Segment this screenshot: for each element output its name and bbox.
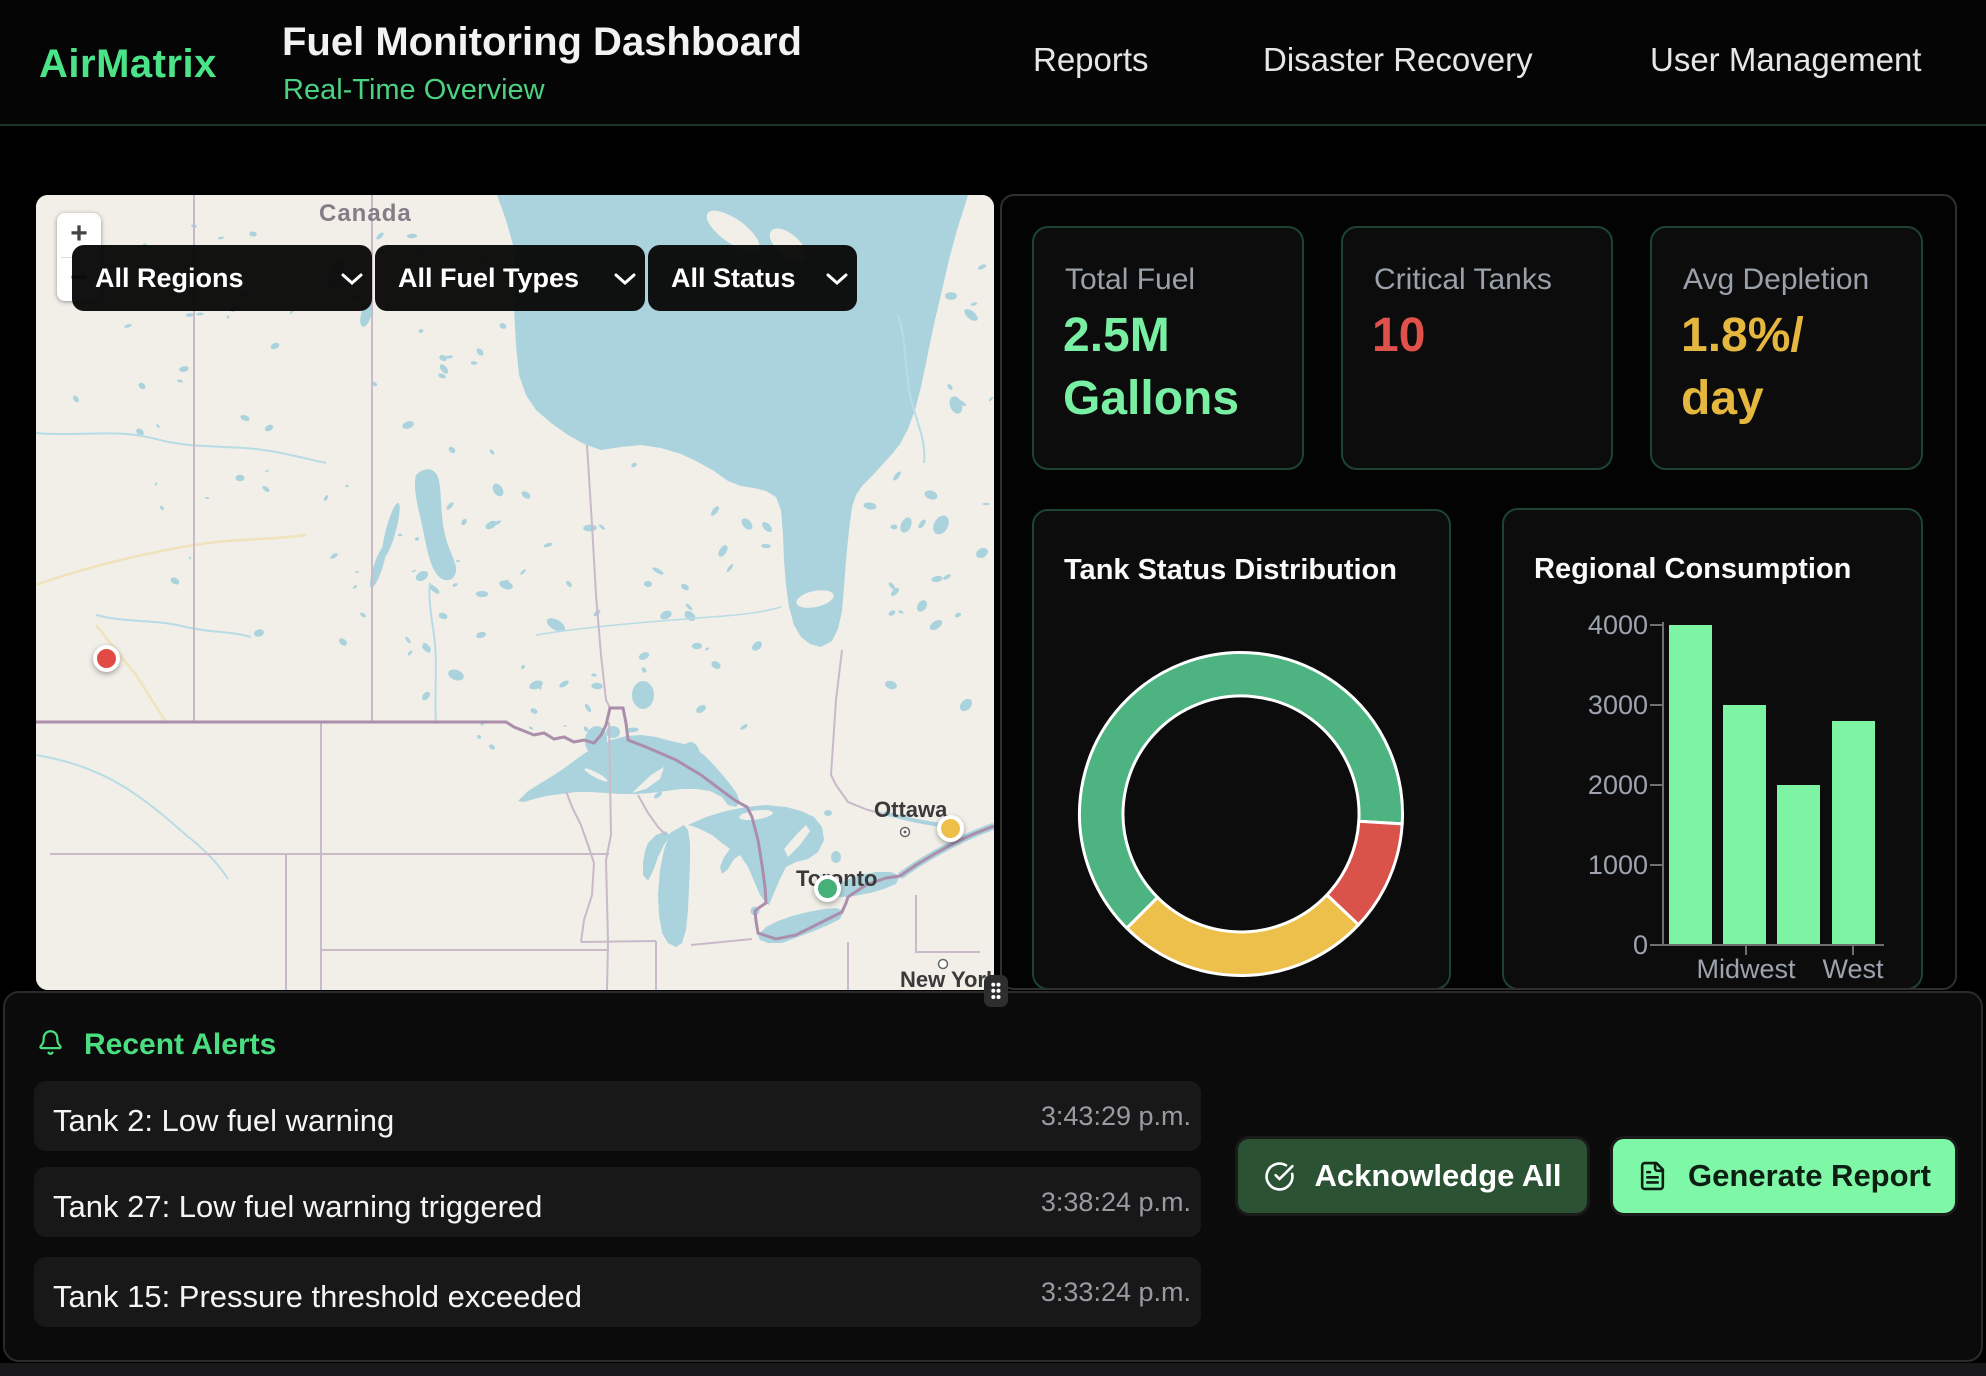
- svg-text:New York: New York: [900, 967, 994, 990]
- svg-text:4000: 4000: [1588, 610, 1648, 640]
- svg-text:2000: 2000: [1588, 770, 1648, 800]
- svg-text:0: 0: [1633, 930, 1648, 960]
- svg-text:Ottawa: Ottawa: [874, 797, 948, 822]
- svg-text:Canada: Canada: [319, 200, 412, 227]
- svg-text:3000: 3000: [1588, 690, 1648, 720]
- svg-text:1000: 1000: [1588, 850, 1648, 880]
- svg-text:Midwest: Midwest: [1696, 954, 1796, 984]
- svg-text:West: West: [1822, 954, 1884, 984]
